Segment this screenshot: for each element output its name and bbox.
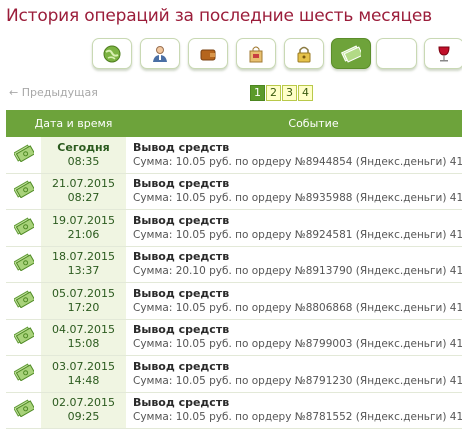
table-row[interactable]: 18.07.2015 13:37 Вывод средств Сумма: 20.10… [6,246,462,283]
filter-button-lock[interactable] [284,38,324,69]
money-icon [12,217,35,239]
event-detail: Сумма: 20.10 руб. по ордеру №8913790 (Ян… [133,265,462,278]
row-date: 21.07.2015 [52,177,115,191]
event-cell: Вывод средств Сумма: 10.05 руб. по ордеру… [126,210,462,246]
event-detail: Сумма: 10.05 руб. по ордеру №8799003 (Ян… [133,338,462,351]
row-time: 21:06 [67,227,100,241]
date-cell: 05.07.2015 17:20 [41,283,126,319]
event-detail: Сумма: 10.05 руб. по ордеру №8935988 (Ян… [133,192,462,205]
row-date: 18.07.2015 [52,250,115,264]
date-cell: 04.07.2015 15:08 [41,319,126,355]
event-detail: Сумма: 10.05 руб. по ордеру №8924581 (Ян… [133,228,462,241]
page-link-3[interactable]: 3 [282,85,297,101]
row-date: 02.07.2015 [52,396,115,410]
column-header-date: Дата и время [34,117,113,130]
table-row[interactable]: 04.07.2015 15:08 Вывод средств Сумма: 10.05… [6,319,462,356]
table-row[interactable]: 21.07.2015 08:27 Вывод средств Сумма: 10.05… [6,173,462,210]
event-cell: Вывод средств Сумма: 10.05 руб. по ордеру… [126,393,462,429]
filter-button-globe[interactable] [92,38,132,69]
globe-icon [103,45,121,63]
page-link-2[interactable]: 2 [266,85,281,101]
event-title: Вывод средств [133,250,230,264]
table-body: Сегодня 08:35 Вывод средств Сумма: 10.05 ру… [6,137,462,429]
row-icon-cell [6,393,41,429]
event-cell: Вывод средств Сумма: 10.05 руб. по ордеру… [126,356,462,392]
pager: 1 2 3 4 [250,85,313,102]
event-detail: Сумма: 10.05 руб. по ордеру №8781552 (Ян… [133,411,462,424]
event-title: Вывод средств [133,323,230,337]
table-row[interactable]: 19.07.2015 21:06 Вывод средств Сумма: 10.05… [6,210,462,247]
event-title: Вывод средств [133,177,230,191]
row-time: 17:20 [67,300,100,314]
event-title: Вывод средств [133,359,230,373]
event-cell: Вывод средств Сумма: 20.10 руб. по ордеру… [126,247,462,283]
date-cell: 19.07.2015 21:06 [41,210,126,246]
wine-glass-icon [435,45,453,63]
lock-icon [295,45,313,63]
money-icon [341,44,361,63]
filter-button-wallet[interactable] [188,38,228,69]
date-cell: Сегодня 08:35 [41,137,126,173]
table-row[interactable]: 02.07.2015 09:25 Вывод средств Сумма: 10.05… [6,392,462,429]
filter-button-shopping-bag[interactable] [236,38,276,69]
money-icon [12,326,35,348]
money-icon [12,290,35,312]
row-icon-cell [6,247,41,283]
filter-button-money[interactable] [331,38,371,69]
table-row[interactable]: 05.07.2015 17:20 Вывод средств Сумма: 10.05… [6,283,462,320]
row-time: 14:48 [67,373,100,387]
row-time: 15:08 [67,337,100,351]
event-title: Вывод средств [133,396,230,410]
money-icon [12,363,35,385]
row-time: 08:27 [67,191,100,205]
date-cell: 18.07.2015 13:37 [41,246,126,282]
row-time: 08:35 [67,154,100,168]
filter-button-wine[interactable] [424,38,462,69]
row-icon-cell [6,174,41,210]
row-date: Сегодня [57,140,110,154]
date-cell: 03.07.2015 14:48 [41,356,126,392]
event-cell: Вывод средств Сумма: 10.05 руб. по ордеру… [126,283,462,319]
row-date: 03.07.2015 [52,359,115,373]
row-date: 19.07.2015 [52,213,115,227]
row-icon-cell [6,283,41,319]
filter-button-blank[interactable] [376,38,417,69]
page-link-4[interactable]: 4 [298,85,313,101]
date-cell: 21.07.2015 08:27 [41,173,126,209]
money-icon [12,399,35,421]
wallet-icon [199,45,217,63]
table-header: Дата и время Событие [6,110,462,137]
row-icon-cell [6,320,41,356]
row-date: 04.07.2015 [52,323,115,337]
event-detail: Сумма: 10.05 руб. по ордеру №8791230 (Ян… [133,374,462,387]
row-icon-cell [6,137,41,173]
row-date: 05.07.2015 [52,286,115,300]
table-row[interactable]: 03.07.2015 14:48 Вывод средств Сумма: 10.05… [6,356,462,393]
event-cell: Вывод средств Сумма: 10.05 руб. по ордеру… [126,174,462,210]
event-detail: Сумма: 10.05 руб. по ордеру №8806868 (Ян… [133,301,462,314]
event-cell: Вывод средств Сумма: 10.05 руб. по ордеру… [126,320,462,356]
event-title: Вывод средств [133,286,230,300]
page-title: История операций за последние шесть меся… [6,6,432,26]
money-icon [12,253,35,275]
event-title: Вывод средств [133,140,230,154]
operations-table: Дата и время Событие Сегодня 08:35 Вывод с… [6,110,462,429]
shopping-bag-icon [247,45,265,63]
prev-page-link[interactable]: ← Предыдущая [9,86,98,99]
money-icon [12,144,35,166]
table-row[interactable]: Сегодня 08:35 Вывод средств Сумма: 10.05 ру… [6,137,462,174]
event-detail: Сумма: 10.05 руб. по ордеру №8944854 (Ян… [133,155,462,168]
page-link-1[interactable]: 1 [250,85,265,101]
row-icon-cell [6,356,41,392]
date-cell: 02.07.2015 09:25 [41,392,126,428]
row-time: 13:37 [67,264,100,278]
filter-button-person[interactable] [140,38,180,69]
money-icon [12,180,35,202]
person-icon [151,45,169,63]
column-header-event: Событие [288,117,339,130]
row-icon-cell [6,210,41,246]
row-time: 09:25 [67,410,100,424]
event-title: Вывод средств [133,213,230,227]
event-cell: Вывод средств Сумма: 10.05 руб. по ордеру… [126,137,462,173]
